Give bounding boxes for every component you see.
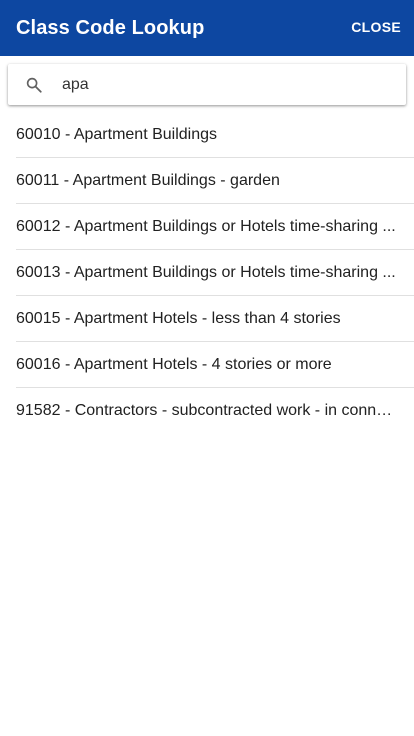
search-icon xyxy=(25,76,43,94)
result-item-91582[interactable]: 91582 - Contractors - subcontracted work… xyxy=(16,388,414,434)
result-item-label: 60010 - Apartment Buildings xyxy=(16,125,218,143)
result-item-label: 60013 - Apartment Buildings or Hotels ti… xyxy=(16,263,396,281)
results-list: 60010 - Apartment Buildings 60011 - Apar… xyxy=(0,112,414,434)
result-item-60011[interactable]: 60011 - Apartment Buildings - garden xyxy=(16,158,414,204)
result-item-60010[interactable]: 60010 - Apartment Buildings xyxy=(16,112,414,158)
search-input[interactable] xyxy=(62,75,362,94)
result-item-label: 60015 - Apartment Hotels - less than 4 s… xyxy=(16,309,341,327)
result-item-label: 91582 - Contractors - subcontracted work… xyxy=(16,402,398,419)
close-button[interactable]: CLOSE xyxy=(343,15,401,39)
page-title: Class Code Lookup xyxy=(16,16,205,39)
result-item-label: 60012 - Apartment Buildings or Hotels ti… xyxy=(16,217,396,235)
result-item-60015[interactable]: 60015 - Apartment Hotels - less than 4 s… xyxy=(16,296,414,342)
result-item-60013[interactable]: 60013 - Apartment Buildings or Hotels ti… xyxy=(16,250,414,296)
app-bar: Class Code Lookup CLOSE xyxy=(0,0,414,56)
result-item-60012[interactable]: 60012 - Apartment Buildings or Hotels ti… xyxy=(16,204,414,250)
result-item-60016[interactable]: 60016 - Apartment Hotels - 4 stories or … xyxy=(16,342,414,388)
result-item-label: 60011 - Apartment Buildings - garden xyxy=(16,171,280,189)
search-bar[interactable] xyxy=(8,64,406,105)
class-code-lookup-screen: Class Code Lookup CLOSE 60010 - Apartmen… xyxy=(0,0,414,736)
result-item-label: 60016 - Apartment Hotels - 4 stories or … xyxy=(16,355,332,373)
